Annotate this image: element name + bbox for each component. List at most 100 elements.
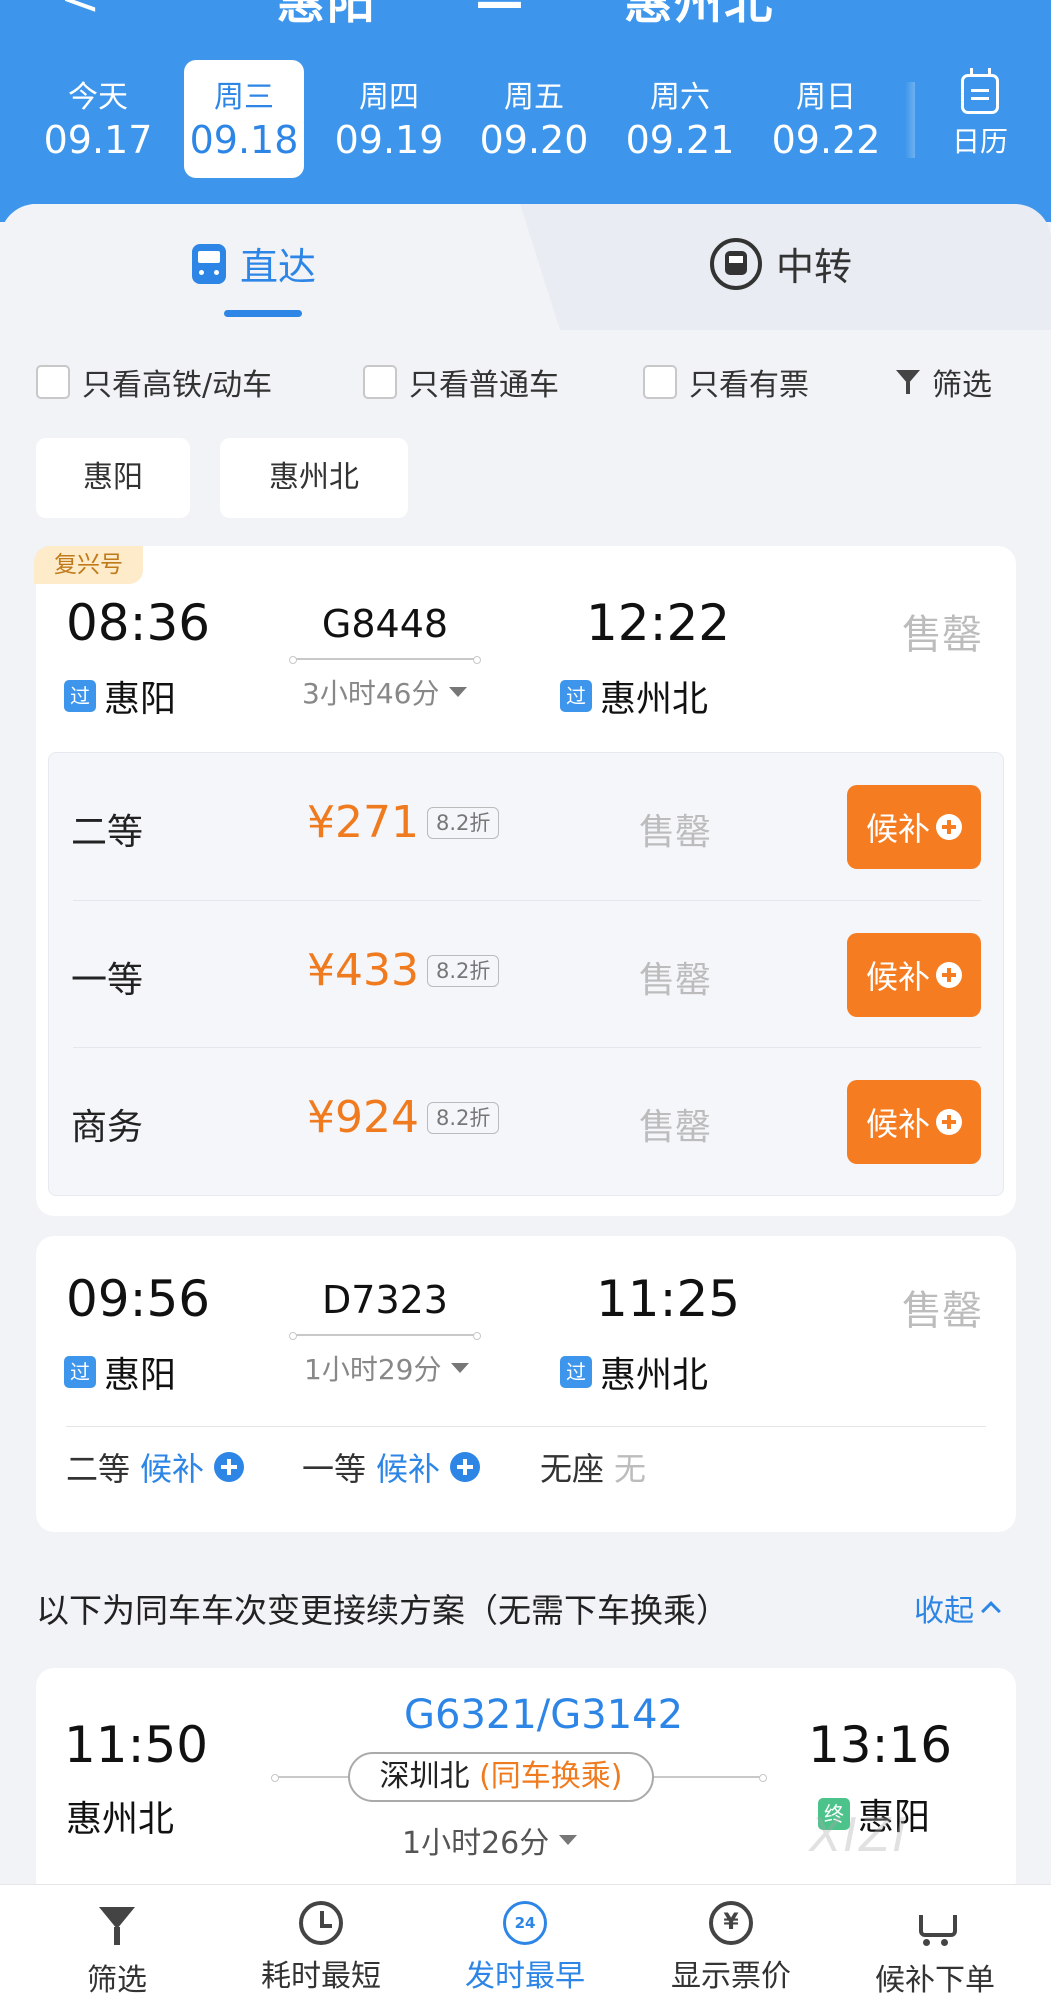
filter-high-speed[interactable]: 只看高铁/动车 bbox=[36, 360, 272, 404]
watermark: XIZI bbox=[810, 1808, 909, 1862]
depart-time: 11:50 bbox=[64, 1716, 209, 1774]
date-value: 09.19 bbox=[334, 118, 444, 162]
pass-through-tag: 过 bbox=[64, 680, 96, 712]
seat-list: 二等 ¥271 8.2折 售罄 候补 一等 ¥433 8.2折 售罄 候补 商务… bbox=[48, 752, 1004, 1196]
plus-icon bbox=[214, 1452, 245, 1482]
date-tab-selected[interactable]: 周三 09.18 bbox=[184, 60, 304, 178]
train-card[interactable]: 09:56 过 惠阳 D7323 1小时29分 11:25 过 惠州北 售罄 二… bbox=[36, 1236, 1016, 1532]
calendar-button[interactable]: 日历 bbox=[935, 68, 1025, 160]
seat-class: 二等 bbox=[66, 1450, 131, 1488]
destination-station: 惠州北 bbox=[624, 0, 775, 30]
seat-summary-item: 无座 无 bbox=[540, 1444, 646, 1490]
filter-button-label: 筛选 bbox=[932, 368, 992, 403]
waitlist-link[interactable]: 候补 bbox=[140, 1444, 204, 1490]
checkbox[interactable] bbox=[36, 365, 70, 399]
filter-normal-train[interactable]: 只看普通车 bbox=[363, 360, 559, 404]
date-value: 09.20 bbox=[479, 118, 589, 162]
clock-icon bbox=[299, 1901, 343, 1945]
filter-button[interactable]: 筛选 bbox=[896, 360, 992, 404]
chevron-down-icon bbox=[449, 687, 468, 697]
depart-time: 09:56 bbox=[66, 1270, 211, 1328]
seat-class: 一等 bbox=[71, 960, 144, 1001]
arrive-time: 13:16 bbox=[808, 1716, 953, 1774]
depart-station: 惠州北 bbox=[66, 1799, 175, 1840]
bottom-nav: 筛选 耗时最短 24 发时最早 ¥ 显示票价 候补下单 bbox=[0, 1884, 1051, 2000]
tab-transfer-label: 中转 bbox=[776, 245, 853, 289]
station-chip[interactable]: 惠阳 bbox=[36, 438, 190, 518]
waitlist-link[interactable]: 候补 bbox=[376, 1444, 440, 1490]
date-weekday: 周六 bbox=[650, 80, 710, 115]
nav-filter[interactable]: 筛选 bbox=[32, 1901, 202, 1999]
arrive-station-name: 惠州北 bbox=[600, 679, 709, 720]
plus-icon bbox=[936, 1109, 962, 1135]
duration-text: 3小时46分 bbox=[302, 677, 440, 710]
date-tab[interactable]: 周四 09.19 bbox=[329, 60, 449, 178]
depart-station: 过 惠阳 bbox=[64, 1346, 176, 1398]
seat-class: 商务 bbox=[71, 1107, 144, 1148]
duration-toggle[interactable]: 3小时46分 bbox=[302, 672, 468, 712]
nav-shortest-duration[interactable]: 耗时最短 bbox=[236, 1901, 406, 1995]
waitlist-label: 候补 bbox=[865, 1105, 930, 1143]
seat-summary-item[interactable]: 一等 候补 bbox=[302, 1444, 481, 1490]
date-tab[interactable]: 今天 09.17 bbox=[38, 60, 158, 178]
duration-toggle[interactable]: 1小时29分 bbox=[304, 1348, 470, 1388]
date-weekday: 今天 bbox=[68, 80, 128, 115]
duration-toggle[interactable]: 1小时26分 bbox=[402, 1818, 578, 1862]
discount-badge: 8.2折 bbox=[426, 806, 500, 839]
section-title: 以下为同车车次变更接续方案（无需下车换乘） bbox=[36, 1591, 729, 1630]
seat-class: 无座 bbox=[540, 1450, 605, 1488]
waitlist-button[interactable]: 候补 bbox=[847, 1080, 981, 1164]
checkbox[interactable] bbox=[643, 365, 677, 399]
calendar-divider bbox=[905, 82, 915, 158]
route-arrow-icon: — bbox=[475, 0, 526, 30]
connection-card[interactable]: 11:50 惠州北 G6321/G3142 深圳北 (同车换乘) 1小时26分 … bbox=[36, 1668, 1016, 1898]
nav-label: 显示票价 bbox=[671, 1959, 791, 1994]
transfer-icon bbox=[710, 237, 762, 290]
date-tab[interactable]: 周日 09.22 bbox=[766, 60, 886, 178]
pass-through-tag: 过 bbox=[560, 680, 592, 712]
seat-summary-item[interactable]: 二等 候补 bbox=[66, 1444, 245, 1490]
checkbox[interactable] bbox=[363, 365, 397, 399]
date-value: 09.22 bbox=[771, 118, 881, 162]
waitlist-label: 候补 bbox=[865, 810, 930, 848]
tab-direct[interactable]: 直达 bbox=[192, 236, 316, 291]
discount-badge: 8.2折 bbox=[426, 1101, 500, 1134]
waitlist-button[interactable]: 候补 bbox=[847, 785, 981, 869]
nav-earliest-departure[interactable]: 24 发时最早 bbox=[440, 1901, 610, 1995]
station-chip[interactable]: 惠州北 bbox=[220, 438, 408, 518]
nav-label: 候补下单 bbox=[875, 1963, 995, 1998]
nav-label: 耗时最短 bbox=[261, 1959, 381, 1994]
quick-filters: 只看高铁/动车 只看普通车 只看有票 筛选 bbox=[0, 360, 1051, 406]
transfer-station: 深圳北 bbox=[379, 1759, 470, 1794]
date-weekday: 周五 bbox=[504, 80, 564, 115]
date-tab[interactable]: 周六 09.21 bbox=[620, 60, 740, 178]
waitlist-button[interactable]: 候补 bbox=[847, 933, 981, 1017]
collapse-button[interactable]: 收起 bbox=[914, 1586, 1001, 1630]
seat-status: 售罄 bbox=[639, 960, 712, 1001]
filter-label: 只看普通车 bbox=[409, 368, 559, 403]
seat-row: 商务 ¥924 8.2折 售罄 候补 bbox=[71, 1047, 981, 1194]
depart-station-name: 惠阳 bbox=[104, 679, 177, 720]
date-weekday: 周三 bbox=[214, 80, 274, 115]
calendar-label: 日历 bbox=[951, 125, 1008, 158]
nav-show-price[interactable]: ¥ 显示票价 bbox=[646, 1901, 816, 1995]
train-number[interactable]: D7323 bbox=[292, 1278, 478, 1322]
tab-transfer[interactable]: 中转 bbox=[710, 236, 852, 291]
origin-station: 惠阳 bbox=[276, 0, 377, 30]
nav-waitlist-order[interactable]: 候补下单 bbox=[850, 1901, 1020, 1999]
waitlist-label: 候补 bbox=[865, 958, 930, 996]
date-value: 09.17 bbox=[43, 118, 153, 162]
arrive-station: 过 惠州北 bbox=[560, 670, 708, 722]
depart-station-name: 惠阳 bbox=[104, 1355, 177, 1396]
transfer-note: (同车换乘) bbox=[479, 1759, 623, 1794]
tab-direct-label: 直达 bbox=[240, 245, 317, 289]
plus-icon bbox=[936, 962, 962, 988]
price-value: ¥924 bbox=[307, 1092, 419, 1143]
train-card[interactable]: 复兴号 08:36 过 惠阳 G8448 3小时46分 12:22 过 惠州北 … bbox=[34, 546, 1016, 1216]
date-tab[interactable]: 周五 09.20 bbox=[474, 60, 594, 178]
connection-train-numbers[interactable]: G6321/G3142 bbox=[404, 1692, 683, 1738]
train-number[interactable]: G8448 bbox=[292, 602, 478, 646]
train-type-badge: 复兴号 bbox=[34, 546, 143, 584]
seat-class: 一等 bbox=[302, 1450, 367, 1488]
filter-available[interactable]: 只看有票 bbox=[643, 360, 809, 404]
